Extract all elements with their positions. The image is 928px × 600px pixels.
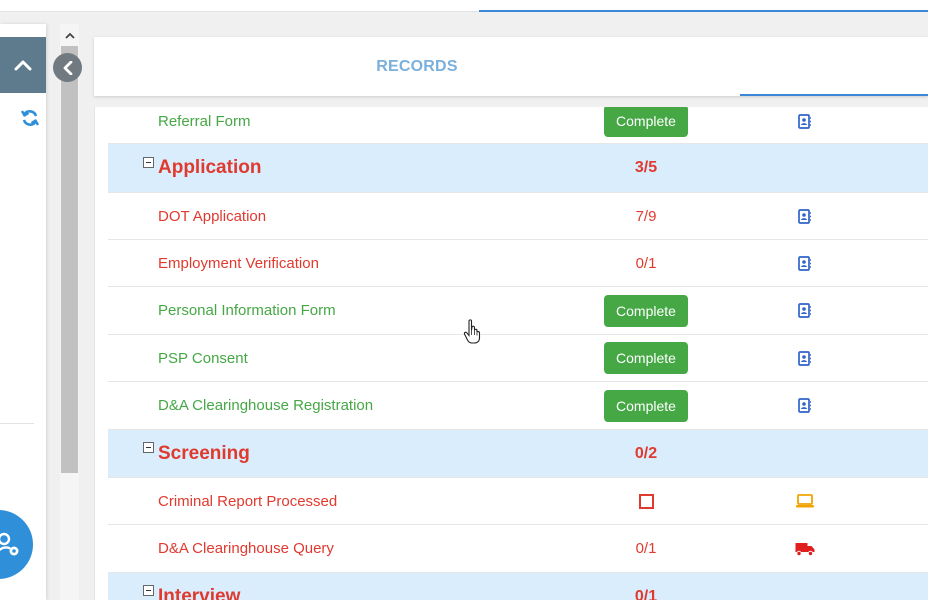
complete-badge[interactable]: Complete — [604, 389, 688, 422]
collapse-group-toggle[interactable] — [143, 585, 154, 596]
group-row-interview[interactable]: Interview 0/1 — [108, 573, 928, 600]
table-row-personal-information-form[interactable]: Personal Information Form Complete — [108, 287, 928, 335]
status-cell — [604, 478, 688, 524]
record-name[interactable]: D&A Clearinghouse Registration — [158, 382, 373, 429]
status-cell: Complete — [604, 287, 688, 334]
contact-card-icon[interactable] — [793, 382, 817, 429]
group-title: Interview — [158, 585, 241, 600]
status-cell: 0/2 — [604, 430, 688, 477]
hand-cursor-icon — [463, 319, 481, 344]
tab-active-indicator — [740, 94, 928, 96]
progress-count: 0/1 — [635, 254, 657, 272]
collapse-group-toggle[interactable] — [143, 157, 154, 168]
complete-badge[interactable]: Complete — [604, 294, 688, 327]
chevron-left-icon — [63, 60, 72, 75]
record-name[interactable]: DOT Application — [158, 193, 266, 239]
chevron-up-icon — [14, 60, 32, 71]
scrollbar-thumb[interactable] — [61, 46, 78, 473]
left-panel — [0, 24, 46, 600]
status-cell: 7/9 — [604, 193, 688, 239]
status-cell: 0/1 — [604, 240, 688, 286]
contact-card-icon[interactable] — [793, 287, 817, 334]
contact-card-icon[interactable] — [793, 107, 817, 143]
record-name[interactable]: Criminal Report Processed — [158, 478, 337, 524]
complete-badge[interactable]: Complete — [604, 107, 688, 137]
refresh-icon — [20, 110, 40, 126]
status-cell: Complete — [604, 335, 688, 381]
record-name[interactable]: D&A Clearinghouse Query — [158, 525, 334, 572]
complete-badge[interactable]: Complete — [604, 342, 688, 374]
status-checkbox[interactable] — [638, 493, 654, 509]
record-name[interactable]: PSP Consent — [158, 335, 248, 381]
table-row-danda-clearinghouse-query[interactable]: D&A Clearinghouse Query 0/1 — [108, 525, 928, 573]
group-title: Screening — [158, 442, 250, 464]
status-cell: Complete — [604, 382, 688, 429]
chevron-up-icon — [64, 32, 75, 39]
progress-count: 7/9 — [635, 207, 657, 225]
group-title: Application — [158, 157, 262, 178]
table-row-psp-consent[interactable]: PSP Consent Complete — [108, 335, 928, 382]
status-cell: Complete — [604, 107, 688, 143]
table-row-dot-application[interactable]: DOT Application 7/9 — [108, 193, 928, 240]
table-row-criminal-report-processed[interactable]: Criminal Report Processed — [108, 478, 928, 525]
top-strip — [0, 0, 928, 12]
status-cell: 0/1 — [604, 573, 688, 600]
contact-card-icon[interactable] — [793, 240, 817, 286]
tab-records[interactable]: RECORDS — [94, 37, 740, 96]
user-settings-icon — [0, 532, 19, 555]
user-settings-button[interactable] — [0, 510, 33, 579]
table-row-danda-clearinghouse-registration[interactable]: D&A Clearinghouse Registration Complete — [108, 382, 928, 430]
collapse-group-toggle[interactable] — [143, 442, 154, 453]
scroll-up-button[interactable] — [60, 24, 79, 46]
table-row-employment-verification[interactable]: Employment Verification 0/1 — [108, 240, 928, 287]
record-name[interactable]: Employment Verification — [158, 240, 319, 286]
group-row-application[interactable]: Application 3/5 — [108, 144, 928, 193]
group-row-screening[interactable]: Screening 0/2 — [108, 430, 928, 478]
laptop-icon[interactable] — [793, 478, 817, 524]
truck-icon[interactable] — [793, 525, 817, 572]
contact-card-icon[interactable] — [793, 193, 817, 239]
top-active-indicator — [479, 10, 928, 12]
vertical-scrollbar[interactable] — [60, 24, 79, 600]
collapse-sidebar-button[interactable] — [53, 53, 82, 82]
progress-count: 0/1 — [635, 540, 657, 557]
collapse-panel-button[interactable] — [0, 37, 46, 93]
contact-card-icon[interactable] — [793, 335, 817, 381]
records-table: Referral Form Complete Application 3/5 DOT A… — [94, 107, 928, 600]
tabs-bar: RECORDS — [94, 37, 928, 96]
status-cell: 0/1 — [604, 525, 688, 572]
table-row-referral-form[interactable]: Referral Form Complete — [108, 107, 928, 144]
group-progress-count: 0/2 — [634, 444, 658, 462]
left-panel-divider — [0, 423, 34, 424]
group-progress-count: 3/5 — [634, 159, 658, 176]
group-progress-count: 0/1 — [634, 587, 658, 600]
status-cell: 3/5 — [604, 144, 688, 192]
record-name[interactable]: Personal Information Form — [158, 287, 336, 334]
refresh-button[interactable] — [18, 106, 42, 130]
record-name[interactable]: Referral Form — [158, 107, 251, 143]
